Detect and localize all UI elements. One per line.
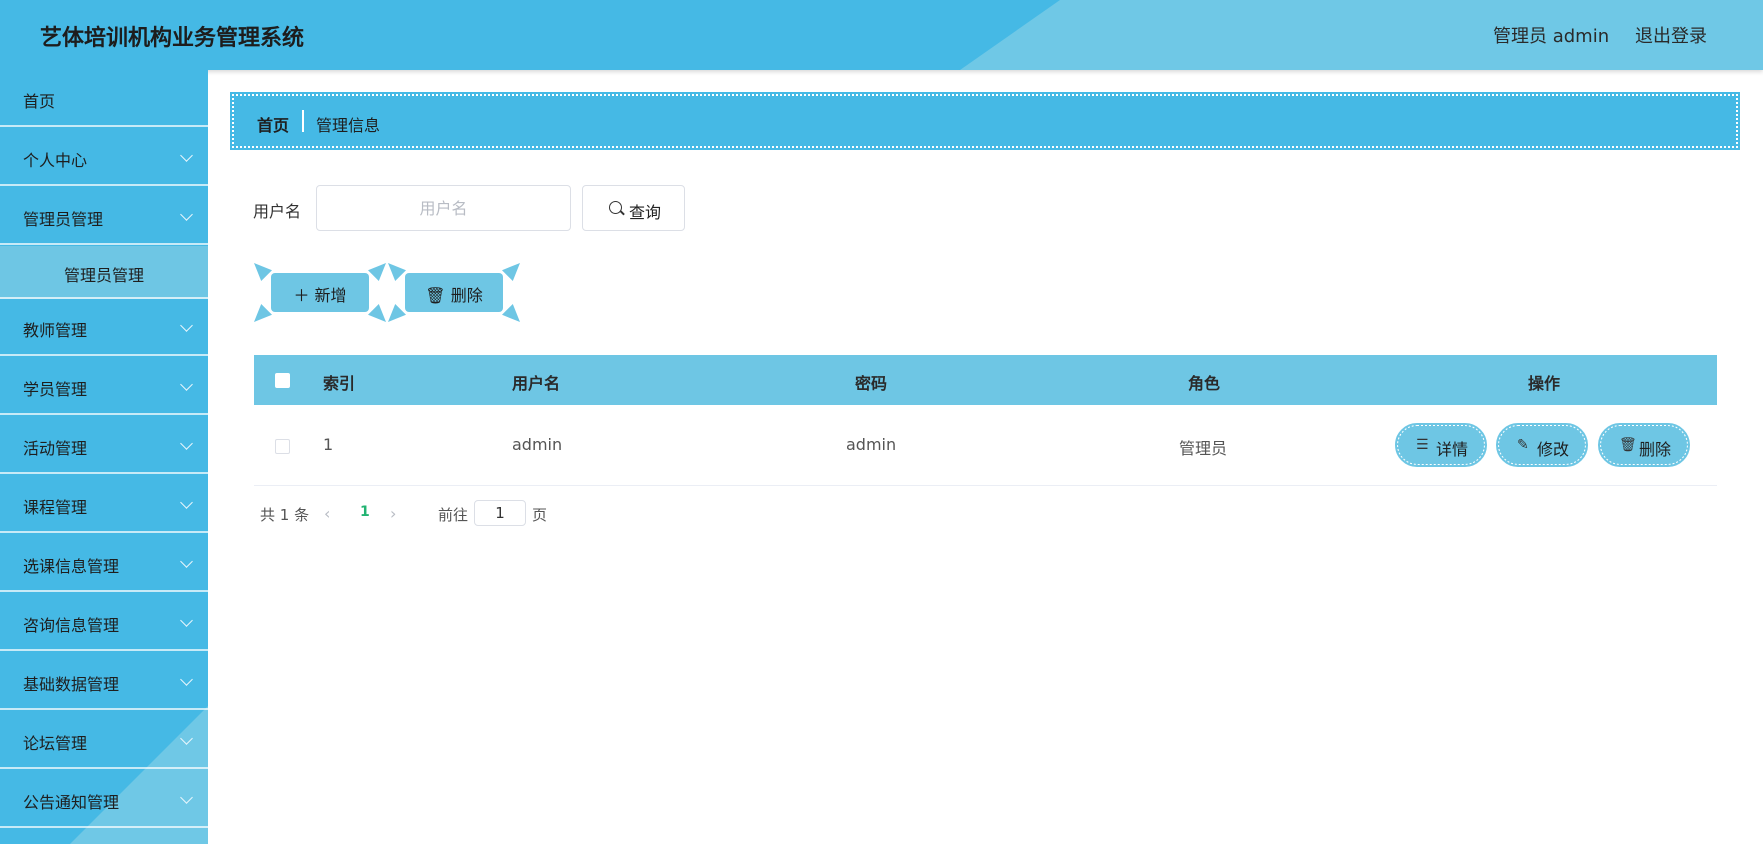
select-all-checkbox[interactable] xyxy=(275,373,290,388)
sidebar-item-home[interactable]: 首页 xyxy=(0,70,208,127)
detail-button-label: 详情 xyxy=(1436,440,1469,459)
pagination-page-suffix: 页 xyxy=(532,506,548,524)
cell-index: 1 xyxy=(323,435,334,454)
breadcrumb-current: 管理信息 xyxy=(316,116,381,135)
sidebar-item-label: 论坛管理 xyxy=(23,734,88,753)
add-button-label: 新增 xyxy=(314,286,347,305)
chevron-down-icon xyxy=(180,555,193,568)
sidebar: 首页 个人中心 管理员管理 管理员管理 教师管理 学员管理 活动管理 课程管理 … xyxy=(0,70,208,844)
sidebar-item-label: 公告通知管理 xyxy=(23,793,120,812)
pencil-icon: ✎ xyxy=(1517,437,1529,453)
current-user: 管理员 admin xyxy=(1493,26,1610,47)
chevron-down-icon xyxy=(180,437,193,450)
edit-button-label: 修改 xyxy=(1537,440,1570,459)
sidebar-item-personal-center[interactable]: 个人中心 xyxy=(0,129,208,186)
plus-icon: ＋ xyxy=(293,286,315,305)
sidebar-item-enrollment-management[interactable]: 选课信息管理 xyxy=(0,535,208,592)
sidebar-item-label: 基础数据管理 xyxy=(23,675,120,694)
chevron-down-icon xyxy=(180,208,193,221)
sidebar-subitem-admin-management[interactable]: 管理员管理 xyxy=(0,246,208,299)
batch-delete-button[interactable]: 🗑 删除 xyxy=(388,263,520,322)
column-header-role: 角色 xyxy=(1188,374,1221,393)
column-header-username: 用户名 xyxy=(512,374,561,393)
breadcrumb-home[interactable]: 首页 xyxy=(257,112,289,136)
logout-link[interactable]: 退出登录 xyxy=(1635,22,1707,48)
sidebar-item-label: 选课信息管理 xyxy=(23,557,120,576)
detail-button[interactable]: ☰ 详情 xyxy=(1395,423,1487,467)
chevron-down-icon xyxy=(180,496,193,509)
sidebar-item-label: 课程管理 xyxy=(23,498,88,517)
sidebar-item-label: 咨询信息管理 xyxy=(23,616,120,635)
chevron-down-icon xyxy=(180,673,193,686)
query-button-label: 查询 xyxy=(629,203,662,222)
page-number[interactable]: 1 xyxy=(360,504,370,520)
sidebar-item-admin-management[interactable]: 管理员管理 xyxy=(0,188,208,245)
sidebar-item-course-management[interactable]: 课程管理 xyxy=(0,476,208,533)
sidebar-item-label: 管理员管理 xyxy=(23,210,104,229)
add-button[interactable]: ＋ 新增 xyxy=(254,263,386,322)
cell-role: 管理员 xyxy=(1179,439,1228,458)
trash-icon: 🗑 xyxy=(1619,437,1637,453)
top-header: 艺体培训机构业务管理系统 管理员 admin 退出登录 xyxy=(0,0,1763,70)
delete-button-label: 删除 xyxy=(450,286,483,305)
cell-username: admin xyxy=(512,435,563,454)
sidebar-item-student-management[interactable]: 学员管理 xyxy=(0,358,208,415)
sidebar-item-base-data-management[interactable]: 基础数据管理 xyxy=(0,653,208,710)
sidebar-item-label: 管理员管理 xyxy=(64,266,145,285)
search-icon xyxy=(609,201,622,214)
sidebar-item-notice-management[interactable]: 公告通知管理 xyxy=(0,771,208,828)
goto-page-input[interactable] xyxy=(474,500,526,526)
chevron-down-icon xyxy=(180,319,193,332)
chevron-down-icon xyxy=(180,732,193,745)
breadcrumb-separator xyxy=(302,110,304,132)
next-page-icon[interactable]: › xyxy=(390,504,396,523)
column-header-operations: 操作 xyxy=(1528,374,1561,393)
pagination-total: 共 1 条 xyxy=(260,506,310,524)
chevron-down-icon xyxy=(180,378,193,391)
chevron-down-icon xyxy=(180,149,193,162)
sidebar-item-label: 活动管理 xyxy=(23,439,88,458)
sidebar-item-consultation-management[interactable]: 咨询信息管理 xyxy=(0,594,208,651)
sidebar-item-teacher-management[interactable]: 教师管理 xyxy=(0,299,208,356)
row-delete-button[interactable]: 🗑 删除 xyxy=(1598,423,1690,467)
sidebar-item-label: 教师管理 xyxy=(23,321,88,340)
column-header-index: 索引 xyxy=(323,374,356,393)
sidebar-item-label: 首页 xyxy=(23,92,56,111)
table-row: 1 admin admin 管理员 ☰ 详情 ✎ 修改 🗑 删除 xyxy=(254,405,1717,486)
breadcrumb: 首页 管理信息 xyxy=(230,92,1740,150)
query-button[interactable]: 查询 xyxy=(582,185,685,231)
column-header-password: 密码 xyxy=(855,374,888,393)
app-title: 艺体培训机构业务管理系统 xyxy=(40,26,305,51)
chevron-down-icon xyxy=(180,791,193,804)
cell-password: admin xyxy=(846,435,897,454)
search-label: 用户名 xyxy=(253,202,302,221)
sidebar-item-label: 个人中心 xyxy=(23,151,88,170)
pagination-goto-label: 前往 xyxy=(438,506,469,524)
sidebar-item-activity-management[interactable]: 活动管理 xyxy=(0,417,208,474)
chevron-down-icon xyxy=(180,614,193,627)
row-checkbox[interactable] xyxy=(275,439,290,454)
edit-button[interactable]: ✎ 修改 xyxy=(1496,423,1588,467)
sidebar-item-label: 学员管理 xyxy=(23,380,88,399)
username-search-input[interactable] xyxy=(316,185,571,231)
table-header: 索引 用户名 密码 角色 操作 xyxy=(254,355,1717,405)
sidebar-item-forum-management[interactable]: 论坛管理 xyxy=(0,712,208,769)
row-delete-button-label: 删除 xyxy=(1639,440,1672,459)
prev-page-icon[interactable]: ‹ xyxy=(324,504,330,523)
document-icon: ☰ xyxy=(1416,437,1429,453)
trash-icon: 🗑 xyxy=(425,286,451,305)
